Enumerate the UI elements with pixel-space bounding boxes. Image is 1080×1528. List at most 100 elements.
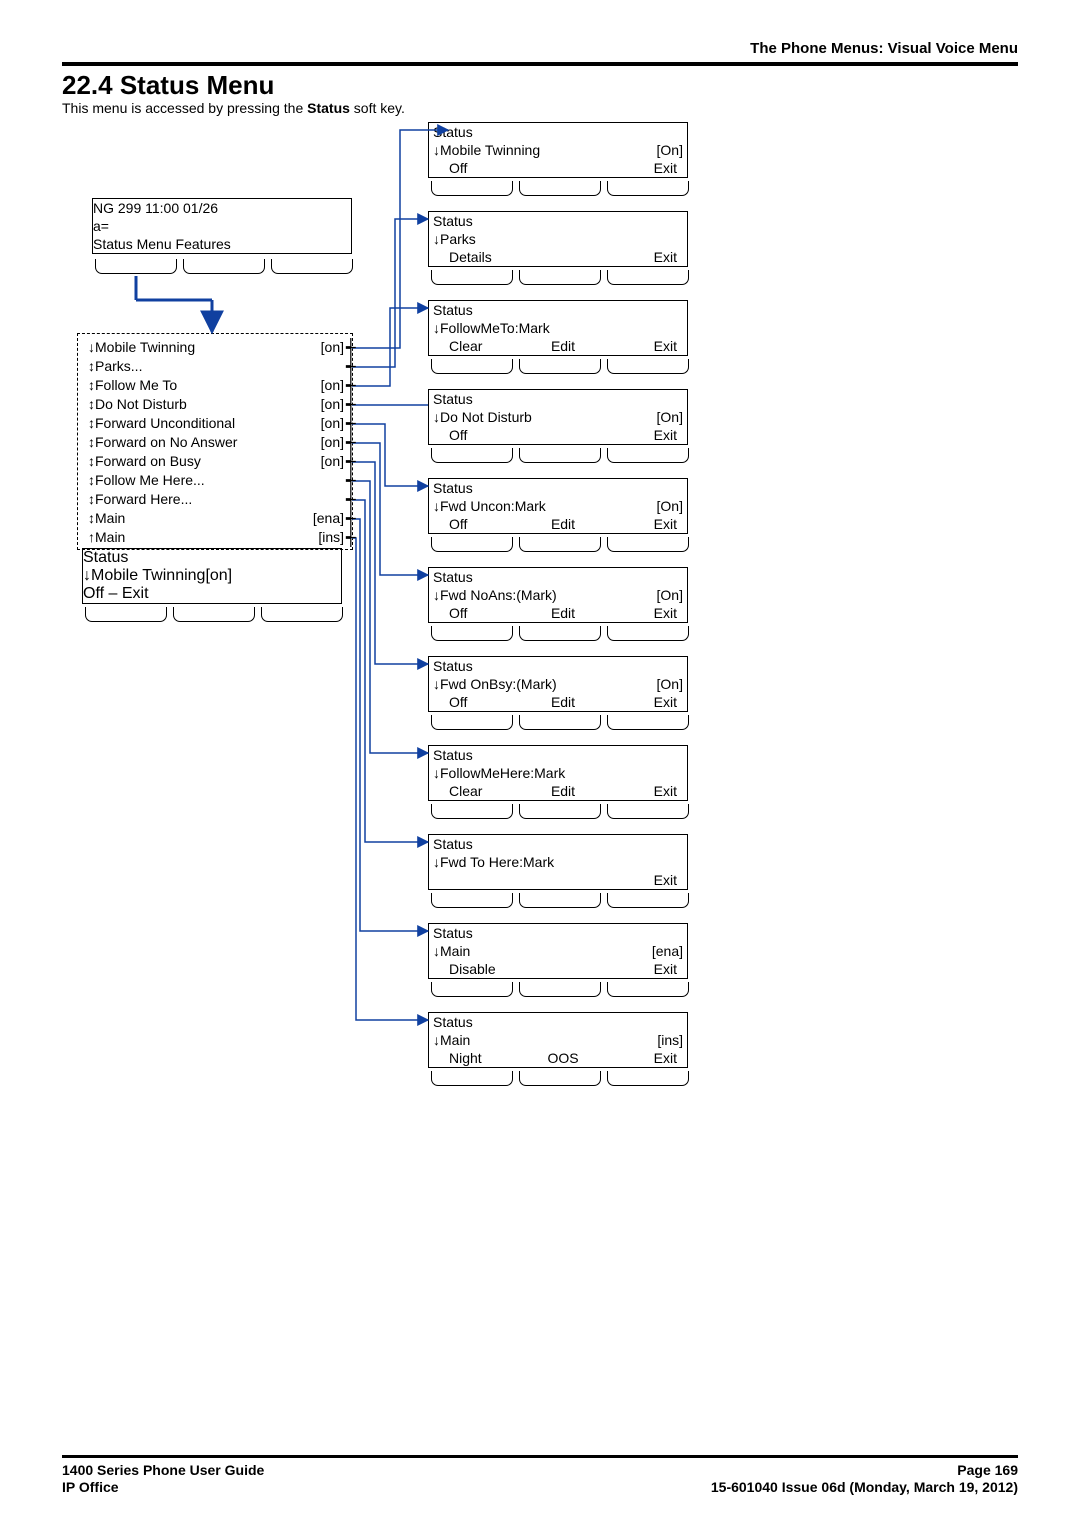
softkey-button[interactable]	[431, 359, 513, 374]
list-item-label: ↕Main	[88, 509, 125, 528]
softkey-button[interactable]	[607, 537, 689, 552]
list-item-value: [on]	[321, 338, 344, 357]
softkey-button[interactable]	[271, 259, 353, 274]
softkey-button[interactable]	[607, 893, 689, 908]
screen-line2-right: [On]	[657, 408, 683, 426]
softkey-button[interactable]	[95, 259, 177, 274]
softkey-button[interactable]	[431, 715, 513, 730]
softkey-button[interactable]	[607, 626, 689, 641]
softkey-button[interactable]	[431, 537, 513, 552]
softkey-button[interactable]	[261, 607, 343, 622]
list-item-label: ↓Mobile Twinning	[88, 338, 195, 357]
softkey-label: Clear	[433, 337, 525, 355]
softkey-label: Exit	[601, 782, 683, 800]
softkey-button[interactable]	[519, 804, 601, 819]
softkey-row	[428, 623, 692, 644]
phone-status-screen: Status ↓Fwd To Here:Mark Exit	[428, 834, 688, 890]
softkey-row	[428, 801, 692, 822]
softkey-label: Exit	[601, 248, 683, 266]
softkey-button[interactable]	[519, 893, 601, 908]
softkey-label: Exit	[601, 693, 683, 711]
list-item-label: ↕Do Not Disturb	[88, 395, 187, 414]
softkey-button[interactable]	[607, 982, 689, 997]
softkey-label: Exit	[601, 1049, 683, 1067]
idle-info: 299 11:00 01/26	[118, 200, 218, 216]
softkey-label: Edit	[525, 782, 601, 800]
softkey-button[interactable]	[173, 607, 255, 622]
phone-status-screen: Status ↓FollowMeTo:Mark ClearEditExit	[428, 300, 688, 356]
list-item: ↕Forward on Busy[on]	[78, 452, 352, 471]
softkey-button[interactable]	[607, 270, 689, 285]
softkey-button[interactable]	[519, 537, 601, 552]
screen-title: Status	[433, 212, 473, 230]
softkey-button[interactable]	[519, 359, 601, 374]
softkey-button[interactable]	[431, 270, 513, 285]
softkey-label: Edit	[525, 337, 601, 355]
list-item-label: ↕Forward on Busy	[88, 452, 201, 471]
screen-line2-right: [on]	[205, 567, 232, 584]
list-item-label: ↕Parks...	[88, 357, 142, 376]
list-item-value: [on]	[321, 433, 344, 452]
softkey-button[interactable]	[431, 1071, 513, 1086]
list-item-label: ↕Forward Here...	[88, 490, 192, 509]
softkey-button[interactable]	[607, 715, 689, 730]
softkey-button[interactable]	[519, 626, 601, 641]
softkey-button[interactable]	[183, 259, 265, 274]
softkey-button[interactable]	[607, 181, 689, 196]
intro-text: This menu is accessed by pressing the St…	[62, 100, 405, 116]
softkey-button[interactable]	[607, 1071, 689, 1086]
list-item-label: ↕Follow Me To	[88, 376, 177, 395]
phone-status-screen: Status ↓FollowMeHere:Mark ClearEditExit	[428, 745, 688, 801]
phone-status-screen: Status ↓Mobile Twinning[On] OffExit	[428, 122, 688, 178]
screen-line2-left: ↓Parks	[433, 230, 476, 248]
phone-status-screen: Status ↓Mobile Twinning[on] Off – Exit	[82, 548, 342, 604]
softkey-button[interactable]	[431, 982, 513, 997]
softkey-button[interactable]	[607, 359, 689, 374]
softkey-row	[428, 1068, 692, 1089]
softkey-label: Exit	[601, 515, 683, 533]
softkey-row	[428, 178, 692, 199]
phone-status-screen: Status ↓Main[ena] DisableExit	[428, 923, 688, 979]
screen-title: Status	[433, 1013, 473, 1031]
softkey-button[interactable]	[519, 715, 601, 730]
screen-title: Status	[433, 479, 473, 497]
screen-line2-left: ↓Fwd To Here:Mark	[433, 853, 554, 871]
softkey-button[interactable]	[519, 1071, 601, 1086]
branch-tick: ┽	[346, 420, 356, 430]
list-item-value: [on]	[321, 395, 344, 414]
running-header: The Phone Menus: Visual Voice Menu	[750, 40, 1018, 57]
phone-status-screen: Status ↓Parks DetailsExit	[428, 211, 688, 267]
softkey-button[interactable]	[607, 804, 689, 819]
softkey-button[interactable]	[431, 448, 513, 463]
list-item: ↕Main[ena]	[78, 509, 352, 528]
screen-line2-left: ↓Fwd Uncon:Mark	[433, 497, 546, 515]
softkey-button[interactable]	[519, 982, 601, 997]
list-item: ↕Forward on No Answer[on]	[78, 433, 352, 452]
softkey-label	[525, 426, 601, 444]
softkey-button[interactable]	[431, 893, 513, 908]
softkey-button[interactable]	[519, 270, 601, 285]
phone-status-screen: Status ↓Fwd NoAns:(Mark)[On] OffEditExit	[428, 567, 688, 623]
softkey-label: Off	[433, 515, 525, 533]
softkey-button[interactable]	[607, 448, 689, 463]
softkey-button[interactable]	[431, 626, 513, 641]
branch-tick: ┽	[346, 458, 356, 468]
softkey-button[interactable]	[431, 181, 513, 196]
branch-tick: ┽	[346, 496, 356, 506]
screen-line2-left: ↓Mobile Twinning	[83, 567, 205, 584]
softkey-button[interactable]	[519, 448, 601, 463]
softkey-row	[428, 890, 692, 911]
footer-product: IP Office	[62, 1479, 264, 1496]
softkey-button[interactable]	[85, 607, 167, 622]
softkey-button[interactable]	[519, 181, 601, 196]
idle-sub: a=	[93, 218, 109, 234]
screen-line2-left: ↓Fwd NoAns:(Mark)	[433, 586, 557, 604]
list-item: ↕Forward Here...	[78, 490, 352, 509]
branch-tick: ┽	[346, 477, 356, 487]
intro-post: soft key.	[350, 100, 405, 116]
softkey-button[interactable]	[431, 804, 513, 819]
screen-line2-right: [On]	[657, 497, 683, 515]
screen-line2-right: [ena]	[652, 942, 683, 960]
list-item-value: [on]	[321, 376, 344, 395]
softkey-label: Clear	[433, 782, 525, 800]
